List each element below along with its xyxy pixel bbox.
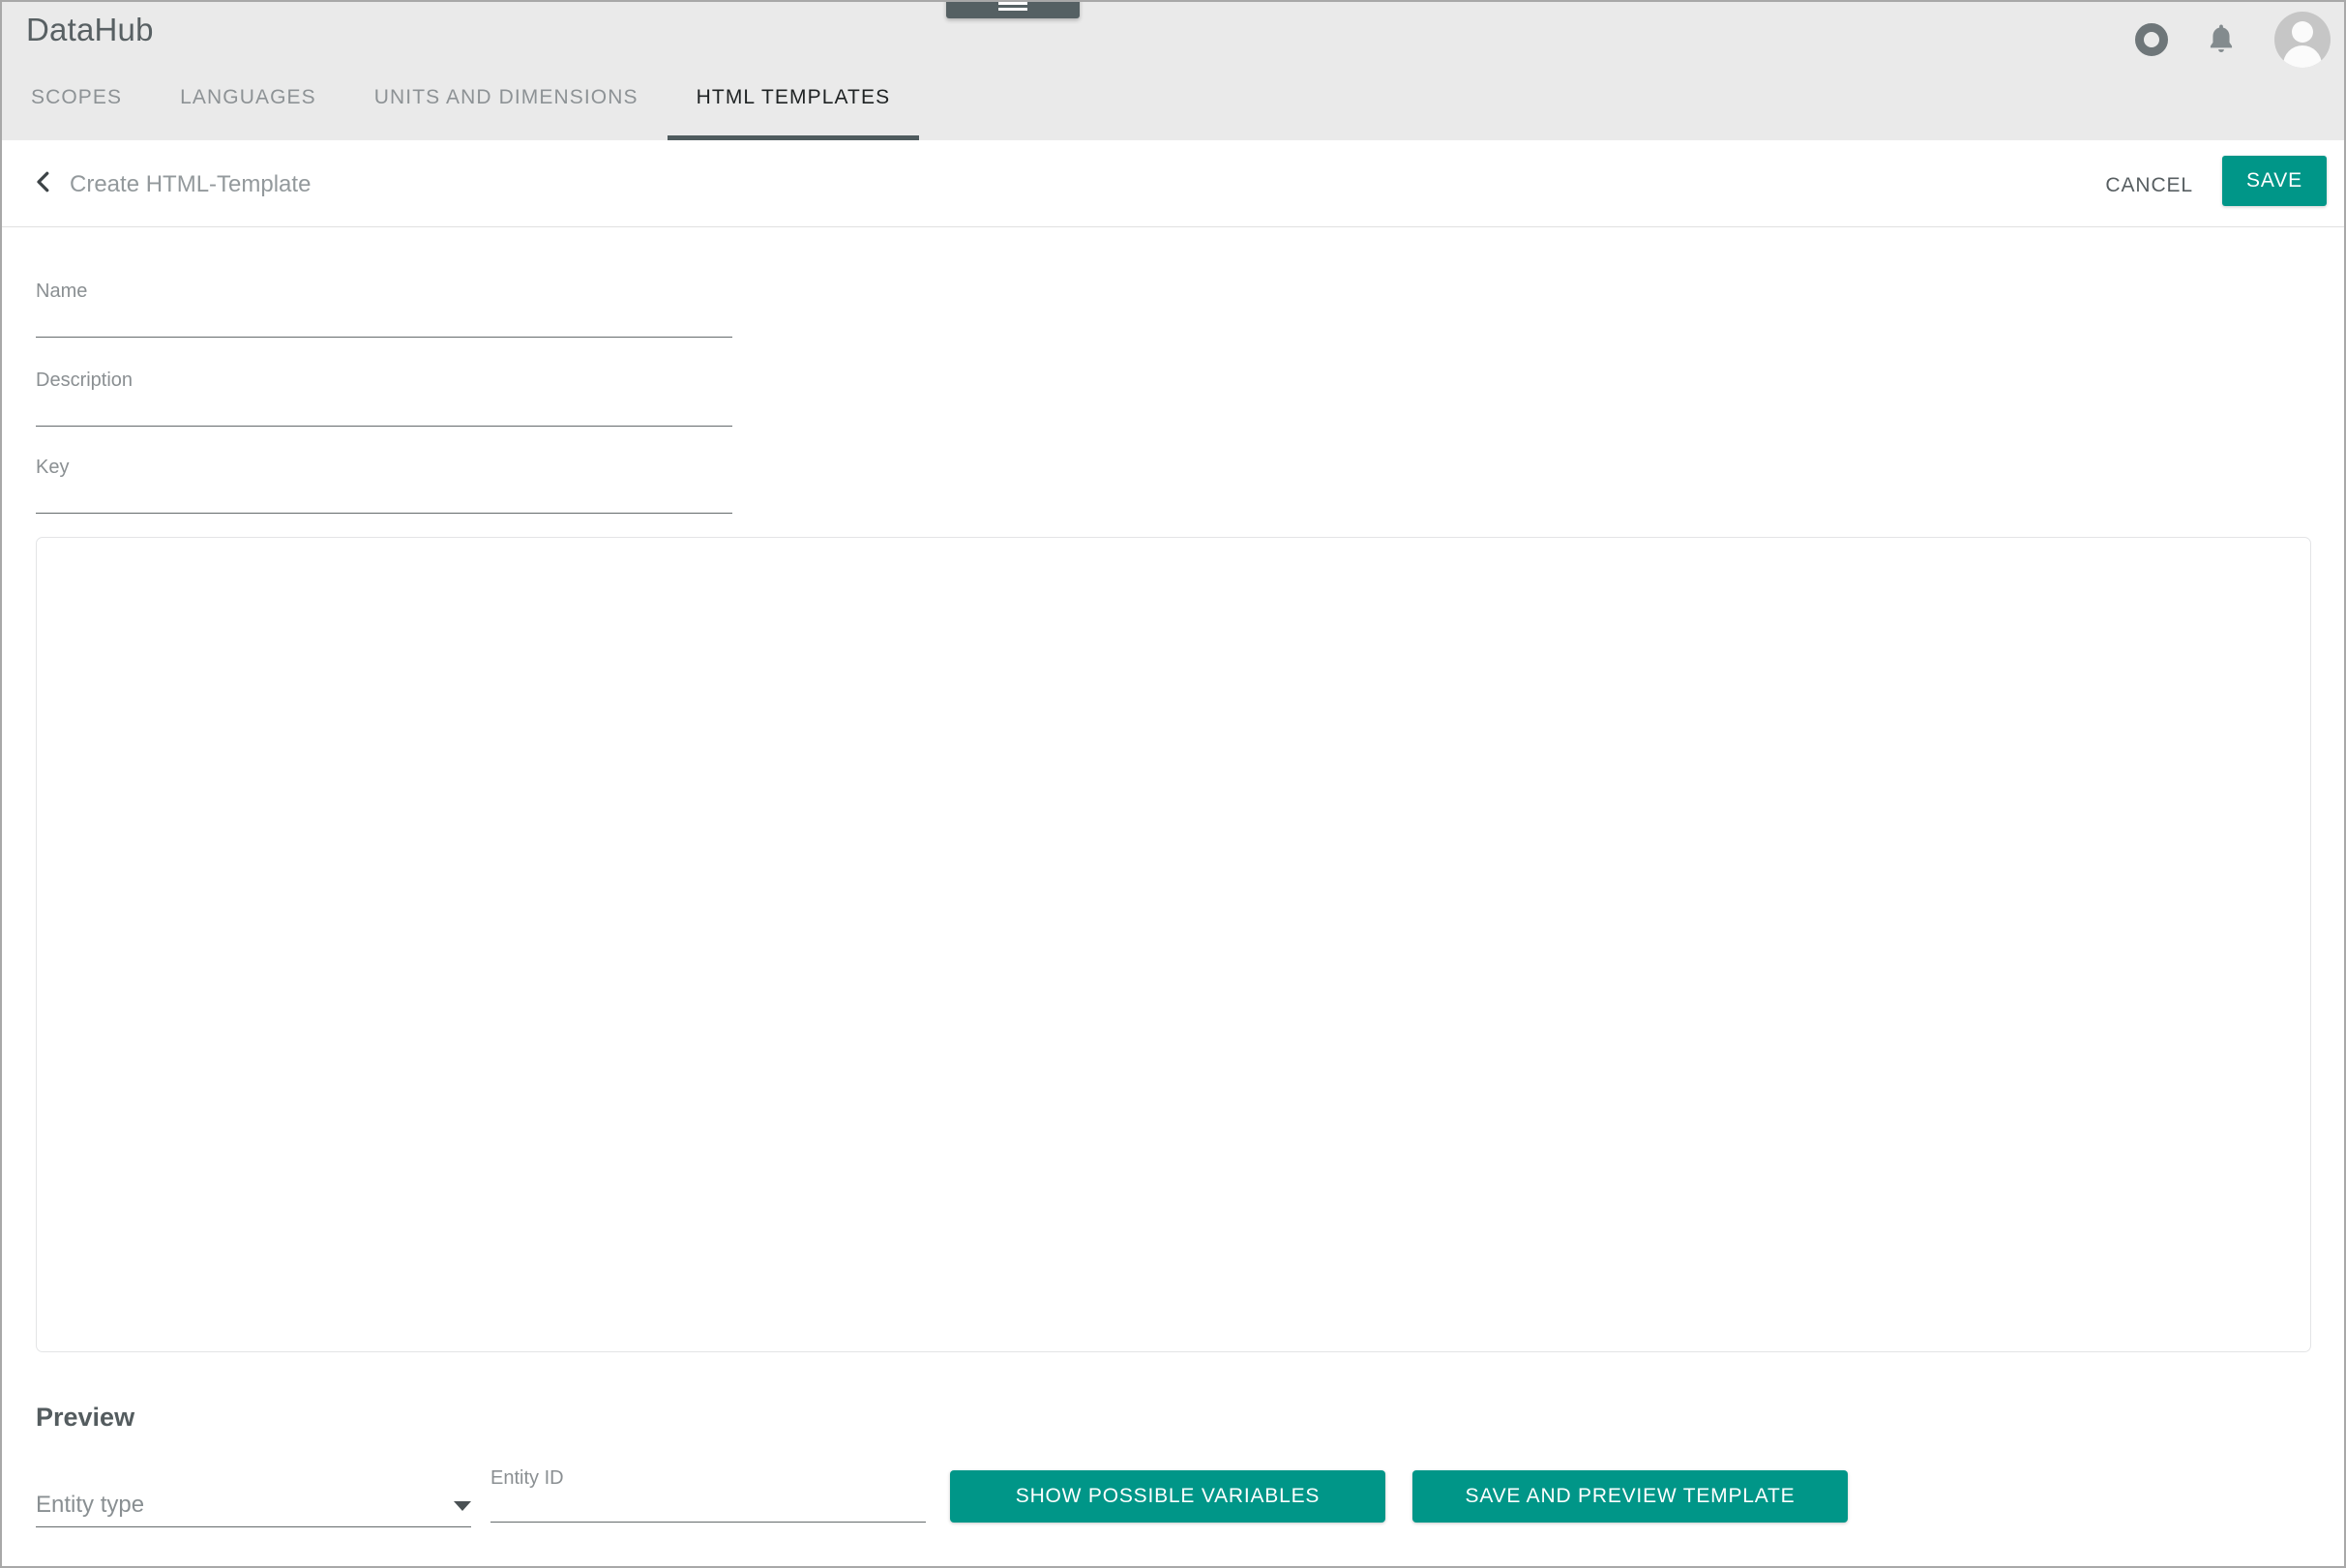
name-field-label: Name <box>36 281 88 302</box>
save-and-preview-template-button[interactable]: SAVE AND PREVIEW TEMPLATE <box>1412 1470 1848 1523</box>
html-template-editor-textarea[interactable] <box>37 538 2310 1351</box>
hamburger-menu-icon[interactable] <box>946 2 1080 18</box>
app-title: DataHub <box>26 12 154 47</box>
name-input[interactable] <box>36 337 732 338</box>
key-field-label: Key <box>36 457 70 478</box>
key-field-group: Key <box>36 457 732 514</box>
entity-type-select-group: Entity type <box>36 1492 471 1527</box>
app-window: DataHub SCOPES LANGUAGES UNITS AND DIMEN… <box>0 0 2346 1568</box>
app-header: DataHub SCOPES LANGUAGES UNITS AND DIMEN… <box>2 2 2344 140</box>
chevron-down-icon <box>454 1501 471 1511</box>
notifications-bell-icon[interactable] <box>2203 20 2240 59</box>
hamburger-bars <box>998 2 1027 14</box>
entity-id-field-group: Entity ID <box>490 1467 926 1523</box>
page-title: Create HTML-Template <box>70 171 312 197</box>
action-bar: Create HTML-Template CANCEL SAVE <box>2 140 2344 227</box>
header-icon-group <box>2135 2 2331 77</box>
tab-html-templates[interactable]: HTML TEMPLATES <box>667 82 920 140</box>
entity-id-input[interactable] <box>490 1522 926 1523</box>
avatar-body <box>2283 45 2322 68</box>
show-possible-variables-button[interactable]: SHOW POSSIBLE VARIABLES <box>950 1470 1385 1523</box>
user-avatar[interactable] <box>2274 12 2331 68</box>
chevron-left-icon[interactable] <box>29 167 58 196</box>
avatar-head <box>2292 21 2313 43</box>
tab-languages[interactable]: LANGUAGES <box>151 82 345 140</box>
entity-type-select[interactable]: Entity type <box>36 1492 471 1527</box>
tab-label: UNITS AND DIMENSIONS <box>373 86 638 108</box>
name-field-group: Name <box>36 281 732 338</box>
description-field-group: Description <box>36 370 732 427</box>
html-template-editor[interactable] <box>36 537 2311 1352</box>
record-ring-icon[interactable] <box>2135 23 2168 56</box>
preview-section-title: Preview <box>36 1403 135 1432</box>
entity-id-label: Entity ID <box>490 1467 564 1489</box>
entity-type-selected-value: Entity type <box>36 1492 145 1518</box>
save-button[interactable]: SAVE <box>2222 156 2327 206</box>
tab-scopes[interactable]: SCOPES <box>2 82 151 140</box>
tab-units-and-dimensions[interactable]: UNITS AND DIMENSIONS <box>345 82 668 140</box>
key-input[interactable] <box>36 513 732 514</box>
tab-label: LANGUAGES <box>180 86 316 108</box>
description-field-label: Description <box>36 370 134 391</box>
main-tab-bar: SCOPES LANGUAGES UNITS AND DIMENSIONS HT… <box>2 82 919 140</box>
description-input[interactable] <box>36 426 732 427</box>
tab-label: SCOPES <box>31 86 123 108</box>
tab-label: HTML TEMPLATES <box>696 86 891 108</box>
cancel-button[interactable]: CANCEL <box>2095 166 2203 205</box>
